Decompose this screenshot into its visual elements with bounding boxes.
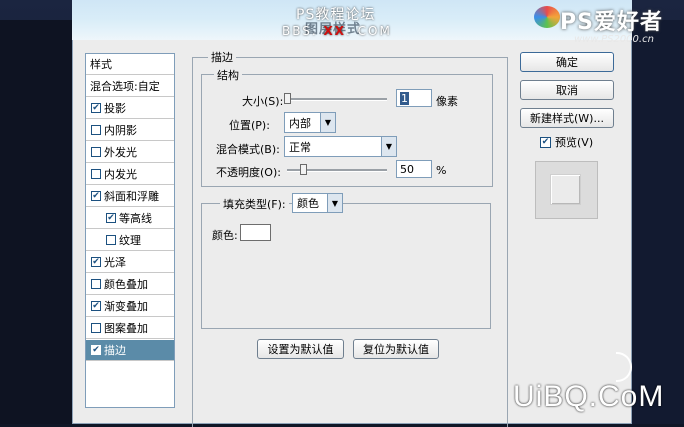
chevron-down-icon: ▼	[320, 113, 335, 132]
chevron-down-icon: ▼	[381, 137, 396, 156]
style-item-label: 外发光	[104, 146, 137, 159]
blend-mode-value: 正常	[289, 140, 311, 154]
style-item-label: 纹理	[119, 234, 141, 247]
watermark-logo: PS爱好者	[560, 10, 663, 35]
style-item[interactable]: ✔ 斜面和浮雕	[86, 186, 174, 207]
left-canvas-edge	[0, 20, 72, 424]
position-value: 内部	[289, 116, 311, 130]
style-item-label: 投影	[104, 102, 126, 115]
fill-type-select[interactable]: 颜色 ▼	[292, 193, 343, 213]
blend-mode-label: 混合模式(B):	[216, 143, 280, 156]
structure-title: 结构	[214, 67, 242, 83]
position-select[interactable]: 内部 ▼	[284, 112, 336, 133]
checkbox-icon[interactable]	[91, 169, 101, 179]
logo-icon	[534, 6, 560, 28]
styles-header-label: 样式	[90, 58, 112, 71]
preview-checkbox[interactable]: ✔ 预览(V)	[540, 134, 593, 150]
color-label: 颜色:	[212, 229, 238, 242]
right-canvas-edge	[632, 20, 684, 424]
position-label: 位置(P):	[229, 119, 270, 132]
watermark-logo-url: www.PS2000.cn	[574, 34, 654, 45]
style-item[interactable]: ✔ 光泽	[86, 252, 174, 273]
style-item[interactable]: 图案叠加	[86, 318, 174, 339]
cancel-button[interactable]: 取消	[520, 80, 614, 100]
checkbox-checked-icon[interactable]: ✔	[91, 257, 101, 267]
fill-group	[201, 203, 491, 329]
styles-header[interactable]: 样式	[86, 54, 174, 75]
style-item-label: 光泽	[104, 256, 126, 269]
style-item-label: 颜色叠加	[104, 278, 148, 291]
checkbox-icon[interactable]	[91, 125, 101, 135]
set-default-button[interactable]: 设置为默认值	[257, 339, 344, 359]
style-item[interactable]: 纹理	[86, 230, 174, 251]
size-slider-track[interactable]	[287, 98, 387, 101]
checkbox-checked-icon[interactable]: ✔	[91, 103, 101, 113]
checkbox-icon[interactable]	[106, 235, 116, 245]
size-value: 1	[400, 91, 409, 105]
checkbox-checked-icon[interactable]: ✔	[91, 301, 101, 311]
watermark-forum: PS教程论坛	[296, 7, 376, 23]
size-slider-thumb[interactable]	[284, 93, 291, 104]
style-item[interactable]: ✔ 渐变叠加	[86, 296, 174, 317]
watermark-bbs-suffix: COM	[357, 24, 392, 38]
fill-type-value: 颜色	[297, 197, 319, 210]
stroke-section-title: 描边	[208, 49, 236, 65]
fill-type-label: 填充类型(F):	[220, 196, 289, 212]
checkbox-checked-icon[interactable]: ✔	[91, 345, 101, 355]
ok-button[interactable]: 确定	[520, 52, 614, 72]
blend-options-item[interactable]: 混合选项:自定	[86, 76, 174, 97]
style-preview-swatch	[550, 174, 581, 205]
checkbox-icon[interactable]	[91, 323, 101, 333]
checkbox-icon[interactable]	[91, 147, 101, 157]
blend-options-label: 混合选项:自定	[90, 80, 160, 93]
style-item[interactable]: 颜色叠加	[86, 274, 174, 295]
size-input[interactable]: 1	[396, 89, 432, 107]
opacity-value: 50	[400, 162, 414, 176]
styles-list: 样式 混合选项:自定 ✔ 投影 内阴影 外发光 内发光 ✔ 斜面和浮雕 ✔ 等高线 纹理 ✔ 光泽 颜色…	[85, 53, 175, 408]
style-item-label: 等高线	[119, 212, 152, 225]
reset-default-button[interactable]: 复位为默认值	[353, 339, 439, 359]
preview-check-icon: ✔	[540, 136, 551, 148]
checkbox-checked-icon[interactable]: ✔	[106, 213, 116, 223]
opacity-input[interactable]: 50	[396, 160, 432, 178]
style-item-label: 描边	[104, 344, 126, 357]
watermark-bbs: BBS. XX. COM	[282, 24, 392, 38]
watermark-bbs-prefix: BBS	[282, 24, 312, 38]
style-item-label: 内发光	[104, 168, 137, 181]
style-item-label: 斜面和浮雕	[104, 190, 159, 203]
blend-mode-select[interactable]: 正常 ▼	[284, 136, 397, 157]
style-item[interactable]: ✔ 等高线	[86, 208, 174, 229]
style-item[interactable]: ✔ 描边	[86, 340, 174, 361]
watermark-bbs-xx: XX	[323, 24, 347, 38]
style-item-label: 图案叠加	[104, 322, 148, 335]
opacity-slider-thumb[interactable]	[300, 164, 307, 175]
preview-label: 预览(V)	[555, 136, 594, 149]
chevron-down-icon: ▼	[327, 194, 342, 212]
color-swatch[interactable]	[240, 224, 271, 241]
checkbox-icon[interactable]	[91, 279, 101, 289]
opacity-label: 不透明度(O):	[216, 166, 281, 179]
size-label: 大小(S):	[242, 95, 284, 108]
new-style-button[interactable]: 新建样式(W)...	[520, 108, 614, 128]
watermark-footer: UiBQ.CoM	[513, 380, 665, 413]
style-item-label: 渐变叠加	[104, 300, 148, 313]
checkbox-checked-icon[interactable]: ✔	[91, 191, 101, 201]
style-item[interactable]: 内阴影	[86, 120, 174, 141]
opacity-unit: %	[436, 164, 447, 177]
style-item-label: 内阴影	[104, 124, 137, 137]
size-unit: 像素	[436, 95, 458, 108]
style-item[interactable]: 内发光	[86, 164, 174, 185]
style-item[interactable]: ✔ 投影	[86, 98, 174, 119]
style-item[interactable]: 外发光	[86, 142, 174, 163]
